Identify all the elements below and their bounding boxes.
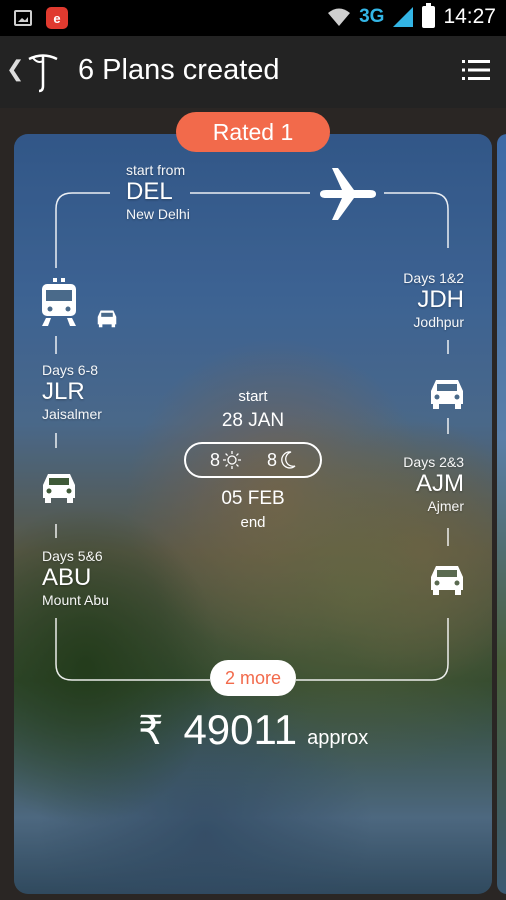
- stop-city: Jaisalmer: [42, 406, 102, 422]
- network-type: 3G: [359, 6, 385, 27]
- stop-code: JDH: [417, 286, 464, 313]
- trip-start-date: 28 JAN: [221, 410, 285, 431]
- trip-duration: 8 8: [184, 442, 322, 478]
- stop-jdh: Days 1&2 JDH Jodhpur: [403, 270, 464, 330]
- plans-carousel[interactable]: Rated 1 start from DEL New Delhi Days 1&…: [0, 108, 506, 900]
- price-suffix: approx: [307, 727, 369, 749]
- price: ₹ 49011 approx: [138, 706, 368, 754]
- sun-icon: [223, 451, 241, 469]
- stop-city: Jodhpur: [413, 314, 464, 330]
- app-logo-icon[interactable]: [26, 50, 60, 94]
- wifi-icon: [328, 8, 351, 26]
- car-icon-small: [97, 310, 117, 328]
- trip-start-label: start: [238, 388, 268, 405]
- origin-stop: start from DEL New Delhi: [126, 162, 190, 222]
- signal-icon: [393, 7, 414, 27]
- plane-icon: [320, 168, 376, 220]
- stop-days: Days 2&3: [403, 454, 464, 470]
- menu-icon[interactable]: [462, 58, 490, 82]
- back-chevron-icon[interactable]: ❮: [6, 56, 24, 82]
- stop-code: JLR: [42, 378, 85, 405]
- status-bar: e 3G 14:27: [0, 0, 506, 36]
- trip-end-label: end: [240, 514, 266, 531]
- stop-ajm: Days 2&3 AJM Ajmer: [403, 454, 464, 514]
- stop-days: Days 1&2: [403, 270, 464, 286]
- nights-count: 8: [267, 449, 278, 470]
- days-count-group: 8: [210, 450, 241, 471]
- app-notification-icon: e: [46, 7, 68, 29]
- plan-card[interactable]: start from DEL New Delhi Days 1&2 JDH Jo…: [0, 108, 506, 900]
- stop-code: ABU: [42, 564, 92, 591]
- stop-abu: Days 5&6 ABU Mount Abu: [42, 548, 109, 608]
- currency-symbol: ₹: [138, 709, 164, 753]
- price-amount: 49011: [183, 706, 298, 753]
- car-icon: [431, 566, 463, 595]
- stop-city: Mount Abu: [42, 592, 109, 608]
- battery-icon: [422, 3, 436, 28]
- stop-code: AJM: [416, 470, 464, 497]
- stop-days: Days 5&6: [42, 548, 103, 564]
- nights-count-group: 8: [267, 450, 296, 471]
- app-bar: ❮ 6 Plans created: [0, 36, 506, 108]
- gallery-icon: [14, 10, 32, 26]
- stop-jlr: Days 6-8 JLR Jaisalmer: [42, 362, 102, 422]
- stop-city: Ajmer: [427, 498, 464, 514]
- moon-icon: [281, 451, 296, 469]
- days-count: 8: [209, 449, 220, 470]
- car-icon: [431, 380, 463, 409]
- origin-code: DEL: [126, 178, 173, 205]
- trip-end-date: 05 FEB: [221, 488, 285, 509]
- origin-city: New Delhi: [126, 206, 190, 222]
- rating-badge: Rated 1: [176, 112, 330, 152]
- origin-caption: start from: [126, 162, 186, 178]
- page-title: 6 Plans created: [78, 54, 280, 86]
- more-stops-button[interactable]: 2 more: [210, 660, 296, 696]
- status-time: 14:27: [443, 5, 496, 28]
- stop-days: Days 6-8: [42, 362, 99, 378]
- car-icon: [43, 474, 75, 503]
- train-icon: [42, 278, 76, 326]
